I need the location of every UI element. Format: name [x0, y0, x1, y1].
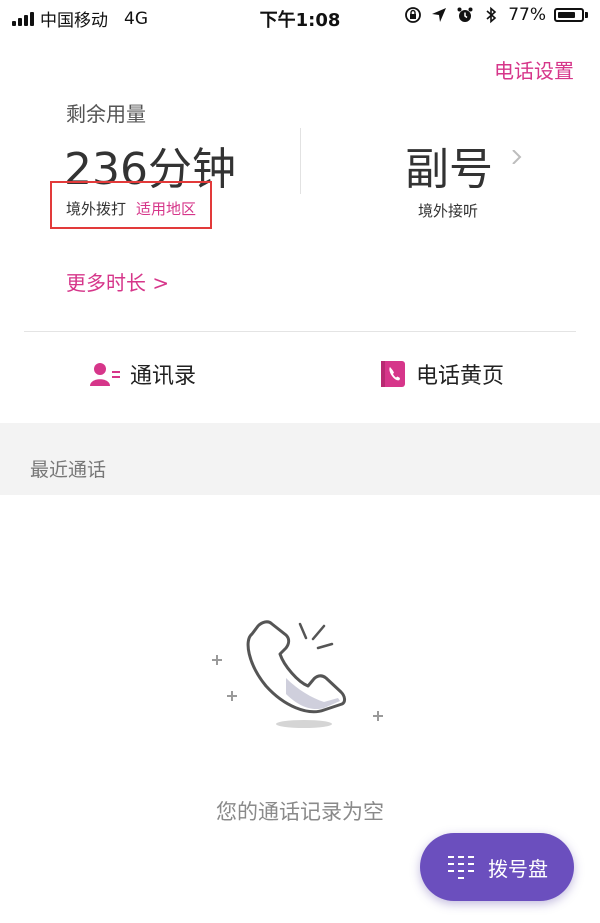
applicable-region-link[interactable]: 适用地区	[136, 198, 196, 219]
vertical-divider	[300, 128, 301, 194]
more-duration-link[interactable]: 更多时长 >	[66, 267, 169, 296]
battery-percent: 77%	[508, 5, 546, 25]
horizontal-divider	[24, 331, 576, 332]
contacts-label: 通讯录	[130, 364, 197, 389]
rotation-lock-icon	[405, 7, 422, 23]
yellow-pages-label: 电话黄页	[416, 364, 505, 389]
dialpad-icon	[448, 856, 474, 879]
dialpad-button[interactable]: 拨号盘	[420, 833, 574, 901]
location-icon	[432, 8, 447, 22]
overseas-call-label: 境外拨打	[66, 200, 127, 218]
bluetooth-icon	[486, 6, 497, 24]
ring-lines-icon	[298, 622, 334, 650]
remaining-usage-title: 剩余用量	[66, 102, 146, 126]
battery-icon	[554, 8, 588, 22]
empty-call-log-text: 您的通话记录为空	[216, 800, 384, 824]
status-bar: 中国移动 4G 下午1:08 77%	[0, 0, 600, 36]
contacts-button[interactable]: 通讯录	[90, 358, 196, 390]
alarm-icon	[457, 7, 473, 22]
phone-handset-icon	[212, 620, 383, 728]
status-right: 77%	[404, 5, 588, 25]
secondary-number-title[interactable]: 副号	[405, 133, 493, 197]
contacts-icon	[90, 363, 120, 386]
recent-calls-title: 最近通话	[30, 459, 107, 481]
phone-settings-link[interactable]: 电话设置	[494, 55, 574, 84]
phone-book-icon	[381, 361, 405, 387]
dialpad-label: 拨号盘	[488, 856, 548, 881]
overseas-answer-label: 境外接听	[418, 202, 479, 220]
chevron-right-icon[interactable]	[509, 150, 523, 164]
yellow-pages-button[interactable]: 电话黄页	[380, 358, 504, 390]
